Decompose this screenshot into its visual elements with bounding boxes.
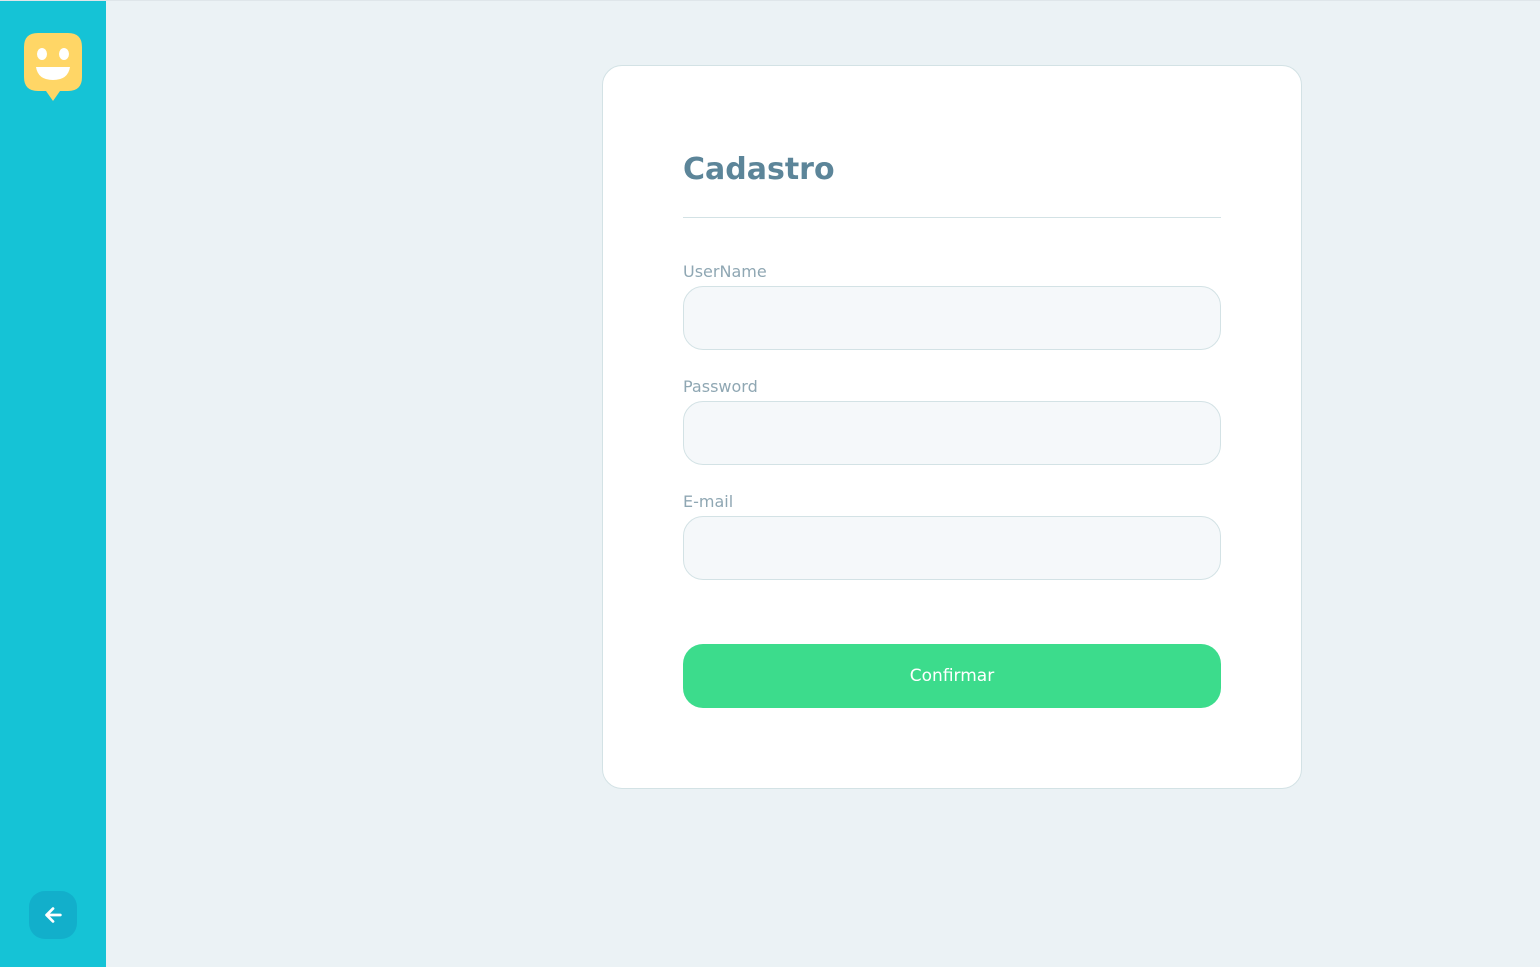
back-button[interactable] bbox=[29, 891, 77, 939]
register-form-card: Cadastro UserName Password E-mail Confir… bbox=[602, 65, 1302, 789]
arrow-left-icon bbox=[45, 907, 62, 923]
username-label: UserName bbox=[683, 262, 767, 281]
smiley-speech-bubble-icon bbox=[24, 33, 82, 103]
password-input[interactable] bbox=[683, 401, 1221, 465]
confirm-button[interactable]: Confirmar bbox=[683, 644, 1221, 708]
title-divider bbox=[683, 217, 1221, 218]
password-label: Password bbox=[683, 377, 758, 396]
top-border bbox=[0, 0, 1540, 1]
email-label: E-mail bbox=[683, 492, 734, 511]
sidebar bbox=[0, 1, 106, 967]
username-input[interactable] bbox=[683, 286, 1221, 350]
form-title: Cadastro bbox=[683, 152, 835, 187]
email-input[interactable] bbox=[683, 516, 1221, 580]
